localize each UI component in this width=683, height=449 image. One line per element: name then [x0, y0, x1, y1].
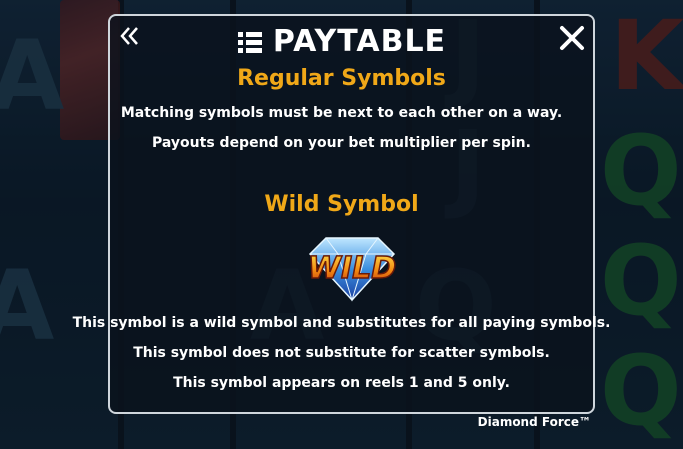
- paytable-title-group: PAYTABLE: [237, 24, 446, 59]
- regular-symbols-heading: Regular Symbols: [237, 66, 446, 91]
- wild-symbol-text: WILD: [308, 251, 396, 286]
- wild-rule-line: This symbol appears on reels 1 and 5 onl…: [173, 375, 510, 391]
- regular-rule-line: Payouts depend on your bet multiplier pe…: [152, 135, 531, 151]
- regular-rule-line: Matching symbols must be next to each ot…: [120, 105, 563, 121]
- page-title: PAYTABLE: [272, 24, 447, 59]
- paytable-header: PAYTABLE: [0, 24, 683, 59]
- list-icon: [237, 31, 262, 53]
- diamond-wild-icon: WILD: [307, 237, 397, 302]
- wild-rule-line: This symbol is a wild symbol and substit…: [72, 315, 611, 331]
- wild-symbol-heading: Wild Symbol: [264, 192, 419, 217]
- wild-symbol-image: WILD: [296, 232, 408, 304]
- game-brand-label: Diamond Force™: [477, 415, 591, 429]
- wild-rule-line: This symbol does not substitute for scat…: [133, 345, 550, 361]
